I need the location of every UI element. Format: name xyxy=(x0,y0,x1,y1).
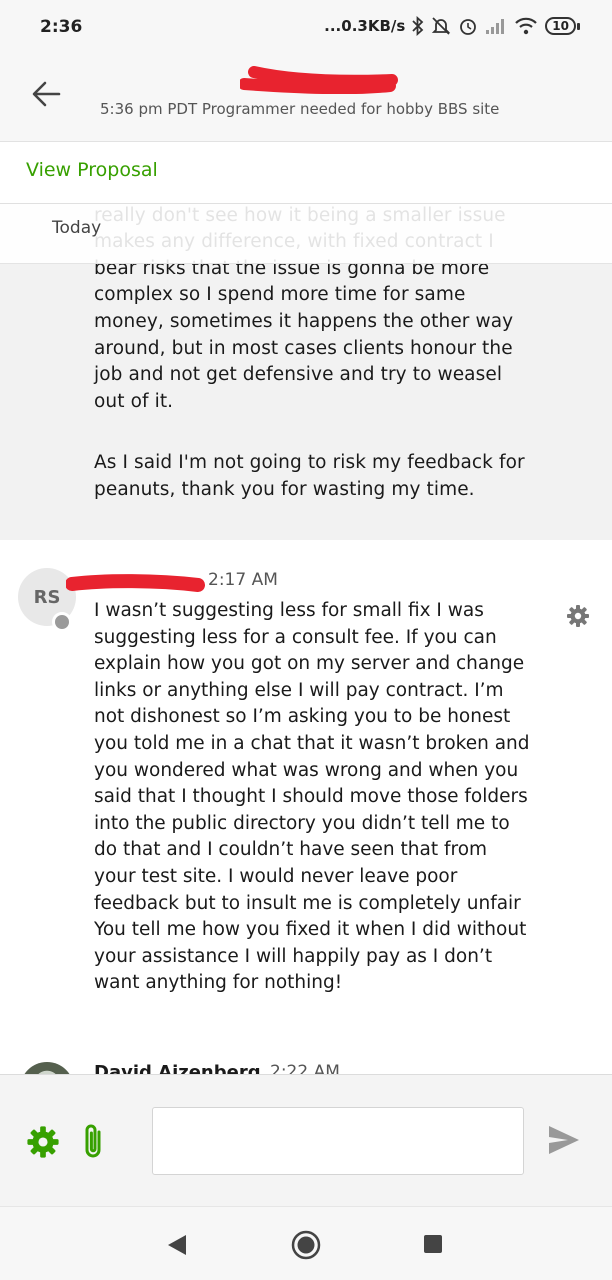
mute-icon xyxy=(431,16,451,36)
message-timestamp: 2:17 AM xyxy=(208,570,278,590)
view-proposal-link[interactable]: View Proposal xyxy=(26,159,158,181)
settings-gear-icon[interactable] xyxy=(26,1125,60,1159)
wifi-icon xyxy=(514,17,538,35)
nav-back-icon[interactable] xyxy=(166,1233,188,1261)
network-speed: ...0.3KB/s xyxy=(324,17,406,35)
send-icon[interactable] xyxy=(546,1123,582,1157)
status-time: 2:36 xyxy=(40,17,83,37)
back-arrow-icon xyxy=(32,81,61,107)
alarm-icon xyxy=(458,16,478,36)
message-sender: David Aizenberg xyxy=(94,1062,261,1074)
back-button[interactable] xyxy=(28,76,64,112)
message-options-gear-icon[interactable] xyxy=(566,604,590,628)
status-bar: 2:36 ...0.3KB/s 10 xyxy=(0,0,612,58)
message-timestamp: 2:22 AM xyxy=(270,1062,340,1074)
message-item: David Aizenberg 2:22 AM xyxy=(0,1058,612,1074)
redacted-contact-name xyxy=(240,66,400,94)
system-navigation-bar xyxy=(0,1206,612,1280)
date-separator-label: Today xyxy=(52,218,102,238)
status-indicators: ...0.3KB/s 10 xyxy=(324,16,580,36)
date-separator: Today xyxy=(0,204,612,264)
avatar-initials: RS xyxy=(33,586,61,608)
job-subtitle: 5:36 pm PDT Programmer needed for hobby … xyxy=(100,100,500,118)
nav-home-icon[interactable] xyxy=(290,1229,322,1265)
message-body: I wasn’t suggesting less for small fix I… xyxy=(94,600,530,994)
previous-message-closing: As I said I'm not going to risk my feedb… xyxy=(94,452,525,500)
avatar[interactable] xyxy=(20,1062,74,1074)
message-composer xyxy=(0,1074,612,1206)
presence-status-dot xyxy=(52,612,72,632)
message-list[interactable]: what's wrong with your website, I did, s… xyxy=(0,204,612,1074)
bluetooth-icon xyxy=(412,16,424,36)
battery-indicator: 10 xyxy=(545,17,580,35)
attachment-paperclip-icon[interactable] xyxy=(80,1123,108,1161)
redacted-sender-name xyxy=(65,572,206,598)
message-input[interactable] xyxy=(152,1107,524,1175)
nav-recent-apps-icon[interactable] xyxy=(424,1235,442,1253)
proposal-bar: View Proposal xyxy=(0,142,612,204)
signal-icon xyxy=(485,17,507,35)
conversation-header: 5:36 pm PDT Programmer needed for hobby … xyxy=(0,58,612,142)
